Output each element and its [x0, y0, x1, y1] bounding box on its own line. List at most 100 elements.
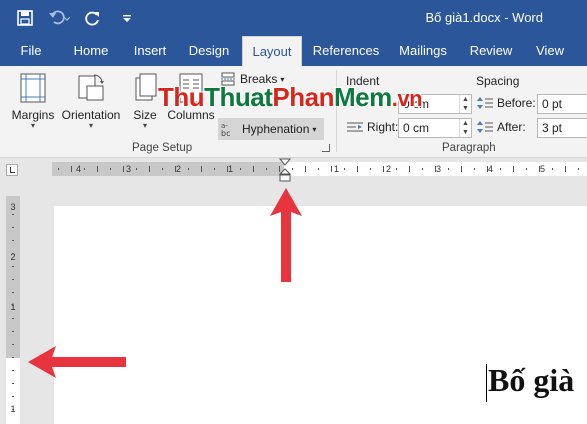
ruler-number: 1 — [334, 164, 340, 174]
spacing-after-label: After: — [497, 120, 526, 134]
spacing-before-icon — [477, 97, 493, 109]
ruler-number: 3 — [436, 164, 442, 174]
tab-home[interactable]: Home — [66, 36, 116, 66]
ruler-tick — [12, 214, 14, 215]
spacing-after-input[interactable]: 3 pt — [537, 118, 587, 138]
ruler-tick — [487, 166, 488, 172]
ruler-tick — [12, 253, 14, 254]
orientation-icon — [78, 74, 104, 101]
ruler-tick — [123, 166, 124, 172]
ruler-number: 4 — [488, 164, 494, 174]
ruler-tick — [409, 166, 410, 172]
title-bar: Bố già1.docx - Word — [0, 0, 587, 36]
ruler-left-margin — [52, 162, 284, 176]
ruler-number: 1 — [10, 302, 16, 312]
tab-insert[interactable]: Insert — [126, 36, 174, 66]
ruler-tick — [12, 331, 14, 332]
vertical-ruler[interactable]: 3 2 1 1 — [6, 196, 20, 424]
page-setup-launcher-icon[interactable] — [322, 144, 330, 152]
ruler-tick — [12, 305, 14, 306]
ruler-tick — [12, 279, 14, 280]
tab-design[interactable]: Design — [182, 36, 236, 66]
tab-view[interactable]: View — [528, 36, 572, 66]
ruler-tick — [513, 166, 514, 172]
ruler-tick — [305, 166, 306, 172]
ruler-tick — [162, 168, 163, 170]
spacing-before-input[interactable]: 0 pt — [537, 94, 587, 114]
ruler-tick — [97, 166, 98, 172]
ruler-tick — [12, 266, 14, 267]
margins-icon — [20, 73, 46, 103]
ruler-tick — [396, 168, 397, 170]
ruler-tick — [12, 292, 14, 293]
indent-right-input[interactable]: 0 cm ▲ ▼ — [398, 118, 472, 138]
ribbon-tabs: File Home Insert Design Layout Reference… — [0, 36, 587, 67]
quick-access-toolbar — [14, 8, 150, 28]
spacing-before-label: Before: — [497, 96, 536, 110]
size-icon — [135, 73, 157, 101]
hyphenation-button[interactable]: a- bc Hyphenation ▾ — [218, 118, 324, 140]
size-label: Size — [133, 108, 157, 122]
orientation-button[interactable]: Orientation ▾ — [60, 72, 122, 130]
spacing-title: Spacing — [476, 74, 520, 88]
ruler-tick — [12, 318, 14, 319]
ruler-number: 2 — [176, 164, 182, 174]
ruler-tick — [136, 168, 137, 170]
orientation-label: Orientation — [61, 108, 121, 122]
spacing-after-icon — [477, 121, 493, 133]
tab-stop-selector[interactable] — [6, 164, 18, 176]
hyphenation-icon: a- bc — [221, 122, 230, 137]
ruler-tick — [84, 168, 85, 170]
ruler-tick — [188, 168, 189, 170]
horizontal-ruler-area: 4 3 2 1 1 2 3 4 5 — [0, 158, 587, 182]
margins-label: Margins — [11, 108, 55, 122]
save-icon[interactable] — [14, 8, 36, 28]
indent-marker-icon[interactable] — [279, 158, 291, 182]
ruler-tick — [474, 168, 475, 170]
window-title: Bố già1.docx - Word — [425, 10, 543, 25]
margins-button[interactable]: Margins ▾ — [8, 72, 58, 130]
spacing-after-value: 3 pt — [542, 121, 563, 135]
tab-file[interactable]: File — [8, 36, 54, 66]
ruler-tick — [422, 168, 423, 170]
size-button[interactable]: Size ▾ — [128, 72, 162, 130]
page-setup-group-label: Page Setup — [132, 142, 193, 154]
ruler-tick — [344, 168, 345, 170]
indent-left-spinner[interactable]: ▲ ▼ — [459, 95, 471, 113]
arrow-up-icon — [270, 188, 302, 282]
watermark-logo: ThuThuatPhanMem.vn — [158, 82, 423, 112]
ruler-tick — [435, 166, 436, 172]
ruler-tick — [12, 227, 14, 228]
undo-icon[interactable] — [48, 8, 70, 28]
ruler-number: 4 — [76, 164, 82, 174]
tab-references[interactable]: References — [308, 36, 384, 66]
customize-toolbar-icon[interactable] — [116, 8, 138, 28]
ruler-tick — [71, 166, 72, 172]
spacing-after-label-wrap: After: — [476, 120, 526, 134]
ruler-tick — [526, 168, 527, 170]
ruler-tick — [500, 168, 501, 170]
horizontal-ruler[interactable]: 4 3 2 1 1 2 3 4 5 — [52, 162, 587, 176]
svg-text:bc: bc — [221, 129, 230, 137]
ruler-tick — [578, 168, 579, 170]
ruler-tick — [292, 168, 293, 170]
indent-right-spinner[interactable]: ▲ ▼ — [459, 119, 471, 137]
document-text[interactable]: Bố già — [488, 362, 574, 399]
ruler-tick — [266, 168, 267, 170]
redo-icon[interactable] — [82, 8, 104, 28]
ruler-number: 2 — [386, 164, 392, 174]
tab-review[interactable]: Review — [464, 36, 518, 66]
ruler-tick — [12, 344, 14, 345]
ruler-tick — [565, 166, 566, 172]
margins-caret-icon: ▾ — [30, 121, 35, 130]
tab-mailings[interactable]: Mailings — [392, 36, 454, 66]
ruler-tick — [318, 168, 319, 170]
indent-right-label-wrap: Right: — [346, 120, 398, 134]
ruler-tick — [12, 357, 14, 358]
ruler-tick — [12, 409, 14, 410]
ruler-tick — [214, 168, 215, 170]
tab-layout[interactable]: Layout — [242, 36, 302, 67]
hyphenation-caret-icon: ▾ — [312, 124, 317, 134]
paragraph-group-label: Paragraph — [442, 142, 496, 154]
ruler-tick — [331, 166, 332, 172]
